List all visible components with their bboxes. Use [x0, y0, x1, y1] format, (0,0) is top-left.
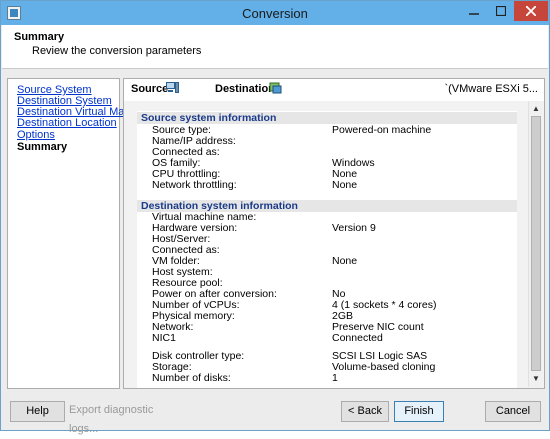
table-row: Network throttling: None [152, 179, 358, 191]
page-subtitle: Review the conversion parameters [32, 45, 202, 57]
cancel-button[interactable]: Cancel [485, 401, 541, 422]
summary-panel: Source: Destination: `(VMware ESXi 5... … [123, 78, 545, 389]
computer-icon [166, 82, 179, 93]
conversion-window: Conversion Summary Review the conversion… [0, 0, 550, 435]
vertical-scrollbar[interactable]: ▲ ▼ [528, 101, 542, 387]
export-logs-button: Export diagnostic logs... [69, 404, 154, 435]
nav-item-options[interactable]: Options [17, 129, 55, 141]
table-row: NIC1 Connected [152, 332, 383, 344]
title-bar[interactable]: Conversion [1, 1, 549, 25]
maximize-button[interactable] [488, 1, 514, 21]
scroll-up-icon[interactable]: ▲ [530, 103, 542, 115]
summary-content: Source system information Source type: Po… [137, 111, 517, 388]
wizard-header: Summary Review the conversion parameters [2, 25, 548, 69]
wizard-nav: Source System Destination System Destina… [7, 78, 151, 389]
vm-host-icon [269, 82, 282, 94]
finish-button[interactable]: Finish [394, 401, 444, 422]
minimize-icon [469, 13, 479, 15]
table-row: Number of disks: 1 [152, 372, 338, 384]
minimize-button[interactable] [461, 1, 487, 21]
back-button[interactable]: < Back [341, 401, 389, 422]
destination-info: `(VMware ESXi 5... [444, 83, 538, 95]
nav-item-destination-location[interactable]: Destination Location [17, 117, 117, 129]
close-button[interactable] [514, 1, 548, 21]
source-destination-bar: Source: Destination: `(VMware ESXi 5... [124, 79, 544, 101]
help-button[interactable]: Help [10, 401, 65, 422]
scroll-down-icon[interactable]: ▼ [530, 373, 542, 385]
summary-scroll-area[interactable]: Source system information Source type: Po… [124, 101, 544, 388]
maximize-icon [495, 5, 507, 17]
nav-item-summary: Summary [17, 141, 68, 153]
scroll-thumb[interactable] [531, 116, 541, 371]
close-icon [525, 5, 537, 17]
page-title: Summary [14, 31, 65, 43]
source-section-title: Source system information [137, 112, 517, 124]
